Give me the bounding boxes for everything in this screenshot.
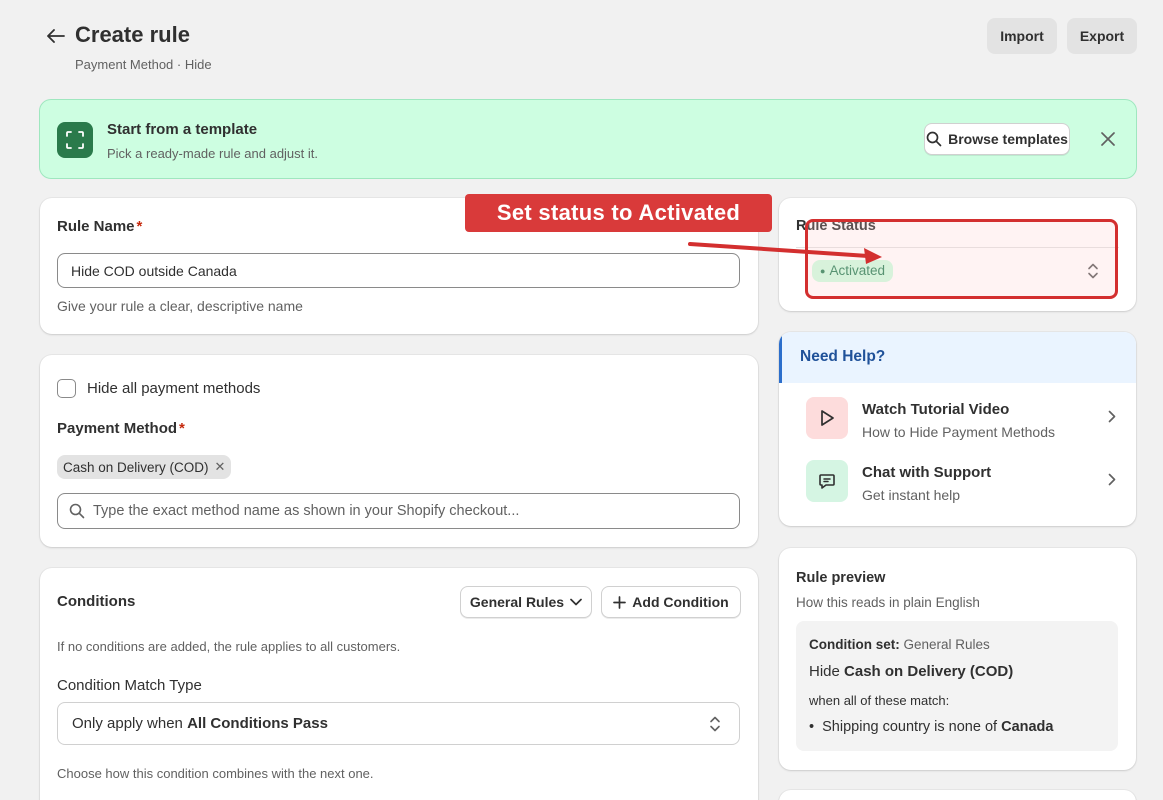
- preview-box: Condition set: General Rules Hide Cash o…: [796, 621, 1118, 751]
- close-icon: [1101, 132, 1115, 146]
- payment-method-card: Hide all payment methods Payment Method *…: [40, 355, 758, 547]
- payment-method-label: Payment Method *: [57, 420, 185, 437]
- required-mark: *: [179, 420, 185, 437]
- rule-name-input[interactable]: Hide COD outside Canada: [57, 253, 740, 288]
- help-header: Need Help?: [779, 332, 1136, 383]
- combine-note: Choose how this condition combines with …: [57, 766, 374, 781]
- help-title: Need Help?: [800, 348, 886, 365]
- chevron-right-icon: [1108, 473, 1116, 486]
- chevron-right-icon: [1108, 410, 1116, 423]
- match-value: All Conditions Pass: [187, 715, 328, 732]
- select-arrows-icon: [710, 716, 720, 732]
- match-type-label: Condition Match Type: [57, 677, 202, 694]
- watch-tutorial-link[interactable]: Watch Tutorial Video How to Hide Payment…: [806, 396, 1116, 440]
- hide-all-checkbox[interactable]: [57, 379, 76, 398]
- match-type-select[interactable]: Only apply when All Conditions Pass: [57, 702, 740, 745]
- search-icon: [69, 503, 85, 519]
- status-badge: ● Activated: [812, 259, 893, 282]
- page-subtitle: Payment Method · Hide: [75, 57, 212, 72]
- tag-label: Cash on Delivery (COD): [63, 459, 209, 475]
- close-banner-button[interactable]: [1098, 129, 1118, 149]
- search-icon: [926, 131, 942, 147]
- condition-set-label: General Rules: [469, 594, 565, 610]
- plus-icon: [613, 595, 627, 609]
- conditions-title: Conditions: [57, 593, 136, 610]
- preview-condition-item: • Shipping country is none of Canada: [809, 719, 1054, 735]
- select-arrows-icon: [1088, 263, 1098, 279]
- preview-when-text: when all of these match:: [809, 693, 950, 708]
- chat-support-link[interactable]: Chat with Support Get instant help: [806, 459, 1116, 503]
- help-item-subtitle: Get instant help: [862, 487, 961, 503]
- preview-condition-set: Condition set: General Rules: [809, 637, 990, 652]
- bottom-card: [779, 790, 1136, 800]
- conditions-card: Conditions General Rules Add Condition I…: [40, 568, 758, 800]
- add-condition-button[interactable]: Add Condition: [601, 586, 741, 618]
- status-dot-icon: ●: [820, 265, 826, 276]
- annotation-label: Set status to Activated: [465, 194, 772, 232]
- template-banner: Start from a template Pick a ready-made …: [39, 99, 1137, 179]
- help-item-title: Watch Tutorial Video: [862, 401, 1010, 418]
- chevron-down-icon: [570, 598, 582, 606]
- selected-method-tag: Cash on Delivery (COD) ✕: [57, 455, 232, 479]
- page-header: Create rule Payment Method · Hide Import…: [40, 18, 1137, 78]
- search-placeholder: Type the exact method name as shown in y…: [93, 503, 520, 519]
- banner-title: Start from a template: [107, 121, 258, 138]
- need-help-card: Need Help? Watch Tutorial Video How to H…: [779, 332, 1136, 526]
- match-prefix: Only apply when: [72, 715, 188, 732]
- arrow-left-icon: [47, 29, 65, 43]
- condition-set-dropdown[interactable]: General Rules: [460, 586, 592, 618]
- import-button[interactable]: Import: [987, 18, 1057, 54]
- browse-templates-button[interactable]: Browse templates: [924, 123, 1070, 155]
- back-button[interactable]: [44, 24, 68, 48]
- export-button[interactable]: Export: [1067, 18, 1137, 54]
- remove-tag-button[interactable]: ✕: [215, 459, 226, 475]
- help-item-title: Chat with Support: [862, 464, 992, 481]
- add-condition-label: Add Condition: [632, 594, 729, 610]
- rule-name-label: Rule Name *: [57, 218, 143, 235]
- chat-icon: [806, 460, 848, 502]
- preview-subtitle: How this reads in plain English: [796, 595, 980, 610]
- rule-preview-card: Rule preview How this reads in plain Eng…: [779, 548, 1136, 770]
- rule-status-card: Rule Status ● Activated: [779, 198, 1136, 311]
- rule-status-select[interactable]: ● Activated: [796, 247, 1119, 293]
- help-item-subtitle: How to Hide Payment Methods: [862, 424, 1055, 440]
- rule-status-label: Rule Status: [796, 218, 876, 234]
- browse-templates-label: Browse templates: [948, 131, 1068, 147]
- preview-hide-line: Hide Cash on Delivery (COD): [809, 663, 1014, 680]
- rule-name-help: Give your rule a clear, descriptive name: [57, 298, 303, 314]
- banner-subtitle: Pick a ready-made rule and adjust it.: [107, 146, 318, 161]
- payment-method-search[interactable]: Type the exact method name as shown in y…: [57, 493, 740, 529]
- page-title: Create rule: [75, 22, 190, 47]
- conditions-note: If no conditions are added, the rule app…: [57, 639, 401, 654]
- focus-frame-icon: [57, 122, 93, 158]
- preview-title: Rule preview: [796, 570, 886, 586]
- required-mark: *: [136, 218, 143, 235]
- play-icon: [806, 397, 848, 439]
- hide-all-label: Hide all payment methods: [87, 380, 261, 397]
- status-value: Activated: [829, 263, 885, 278]
